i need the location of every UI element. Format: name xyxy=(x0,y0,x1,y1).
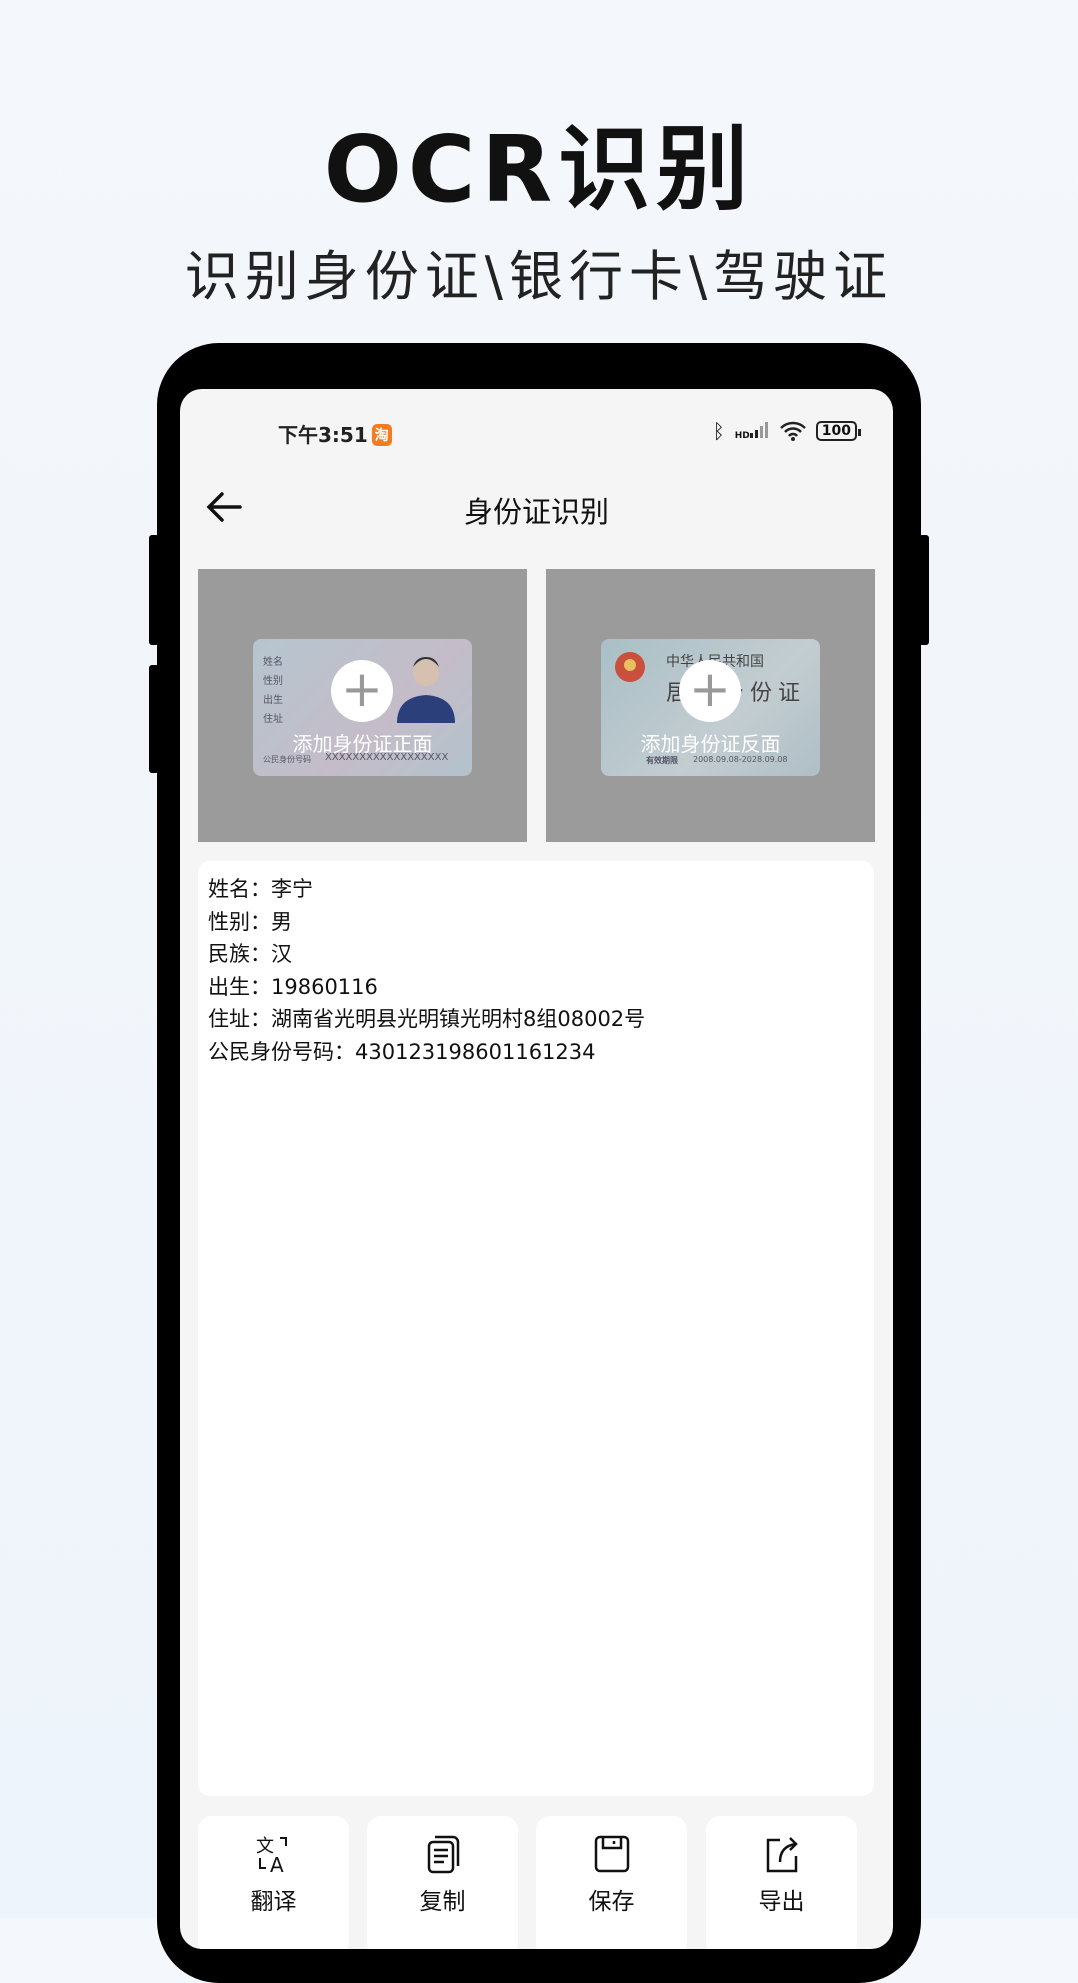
hero-subtitle: 识别身份证\银行卡\驾驶证 xyxy=(184,245,894,308)
add-id-back-button[interactable]: 中华人民共和国 居民身份证 有效期限 2008.09.08-2028.09.08… xyxy=(546,569,875,842)
page-title: 身份证识别 xyxy=(463,495,609,529)
sample-label: 性别 xyxy=(263,676,283,687)
phone-side-button xyxy=(149,665,159,773)
phone-side-button xyxy=(919,535,929,645)
save-button[interactable]: 保存 xyxy=(536,1816,687,1949)
battery-icon: 100 xyxy=(815,421,862,441)
svg-text:A: A xyxy=(270,1853,284,1874)
result-line: 性别：男 xyxy=(208,909,292,934)
status-time: 下午3:51 淘 xyxy=(278,419,392,448)
card-label: 添加身份证正面 xyxy=(292,732,433,756)
result-line: 出生：19860116 xyxy=(208,974,378,999)
plus-icon: + xyxy=(679,660,741,722)
translate-button[interactable]: 文A 翻译 xyxy=(198,1816,349,1949)
network-type: HD xyxy=(734,430,750,441)
time-text: 下午3:51 xyxy=(278,423,368,447)
add-id-front-button[interactable]: 姓名 性别 出生 住址 公民身份号码 XXXXXXXXXXXXXXXXXX + 添加身… xyxy=(198,569,527,842)
export-label: 导出 xyxy=(758,1889,805,1915)
avatar-icon xyxy=(397,657,455,723)
result-line: 住址：湖南省光明县光明镇光明村8组08002号 xyxy=(208,1007,646,1032)
hero-title: OCR识别 xyxy=(323,116,755,223)
sample-label: 住址 xyxy=(263,714,283,725)
copy-label: 复制 xyxy=(419,1889,466,1915)
result-line: 民族：汉 xyxy=(208,942,292,967)
action-bar: 文A 翻译 复制 保存 导出 xyxy=(198,1816,858,1949)
status-bar: 下午3:51 淘 ᛒ HD 100 xyxy=(180,419,893,449)
export-icon xyxy=(766,1837,798,1873)
bluetooth-icon: ᛒ xyxy=(712,419,725,443)
copy-icon xyxy=(427,1835,459,1874)
card-label: 添加身份证反面 xyxy=(640,732,781,756)
translate-icon: 文A xyxy=(256,1836,287,1877)
export-button[interactable]: 导出 xyxy=(706,1816,857,1949)
national-emblem-icon xyxy=(615,652,645,682)
copy-button[interactable]: 复制 xyxy=(367,1816,518,1949)
phone-side-button xyxy=(149,535,159,645)
ocr-result-text[interactable]: 姓名：李宁 性别：男 民族：汉 出生：19860116 住址：湖南省光明县光明镇… xyxy=(198,861,874,1796)
result-line: 公民身份号码：430123198601161234 xyxy=(208,1039,596,1064)
sample-label: 出生 xyxy=(263,695,283,706)
sample-field-labels: 姓名 性别 出生 住址 xyxy=(263,653,283,729)
taobao-icon: 淘 xyxy=(371,424,392,446)
save-label: 保存 xyxy=(588,1889,635,1915)
result-line: 姓名：李宁 xyxy=(208,877,313,901)
signal-icon: HD xyxy=(734,421,770,441)
save-icon xyxy=(594,1835,629,1873)
nav-bar: 身份证识别 xyxy=(180,485,893,531)
wifi-icon xyxy=(779,421,806,441)
plus-icon: + xyxy=(331,660,393,722)
app-screen: 下午3:51 淘 ᛒ HD 100 身份证识别 姓名 性别 出生 住址 公民身份号码 X… xyxy=(180,389,893,1949)
sample-label: 姓名 xyxy=(263,657,283,668)
translate-label: 翻译 xyxy=(250,1889,297,1915)
